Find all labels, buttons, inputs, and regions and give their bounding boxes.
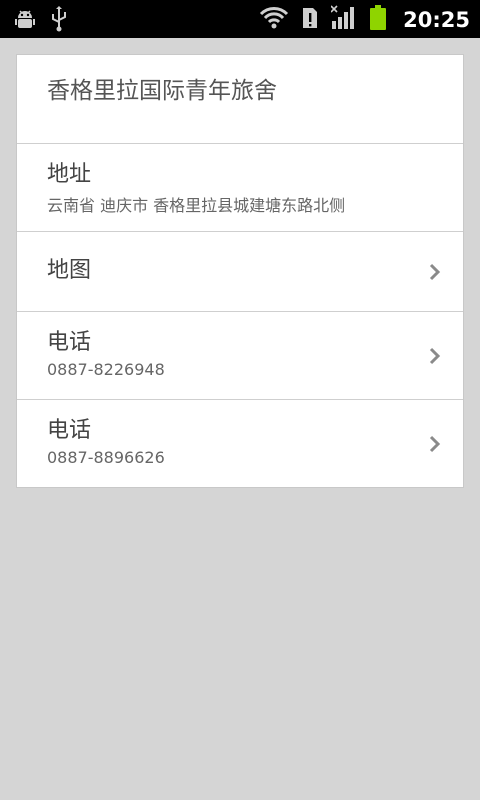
map-label: 地图 xyxy=(47,258,92,283)
phone-number: 0887-8226948 xyxy=(47,360,165,379)
wifi-icon xyxy=(259,6,289,34)
phone-label: 电话 xyxy=(47,418,92,443)
usb-icon xyxy=(50,6,68,36)
chevron-right-icon xyxy=(425,434,445,454)
chevron-right-icon xyxy=(425,262,445,282)
phone-row-2[interactable]: 电话 0887-8896626 xyxy=(17,399,463,487)
android-debug-icon xyxy=(14,8,36,34)
signal-icon xyxy=(330,5,357,35)
clock: 20:25 xyxy=(403,8,470,32)
status-bar-right: 20:25 xyxy=(259,5,470,35)
address-row[interactable]: 地址 云南省 迪庆市 香格里拉县城建塘东路北侧 xyxy=(17,143,463,231)
detail-card: 香格里拉国际青年旅舍 地址 云南省 迪庆市 香格里拉县城建塘东路北侧 地图 电话… xyxy=(16,54,464,488)
chevron-right-icon xyxy=(425,346,445,366)
battery-icon xyxy=(369,5,387,35)
title-row: 香格里拉国际青年旅舍 xyxy=(17,55,463,143)
status-bar: 20:25 xyxy=(0,0,480,38)
place-name: 香格里拉国际青年旅舍 xyxy=(47,78,277,104)
status-bar-left xyxy=(14,6,68,36)
address-label: 地址 xyxy=(47,162,92,187)
phone-number: 0887-8896626 xyxy=(47,448,165,467)
sim-alert-icon xyxy=(301,6,319,34)
map-row[interactable]: 地图 xyxy=(17,231,463,311)
phone-row-1[interactable]: 电话 0887-8226948 xyxy=(17,311,463,399)
phone-label: 电话 xyxy=(47,330,92,355)
address-value: 云南省 迪庆市 香格里拉县城建塘东路北侧 xyxy=(47,196,346,215)
